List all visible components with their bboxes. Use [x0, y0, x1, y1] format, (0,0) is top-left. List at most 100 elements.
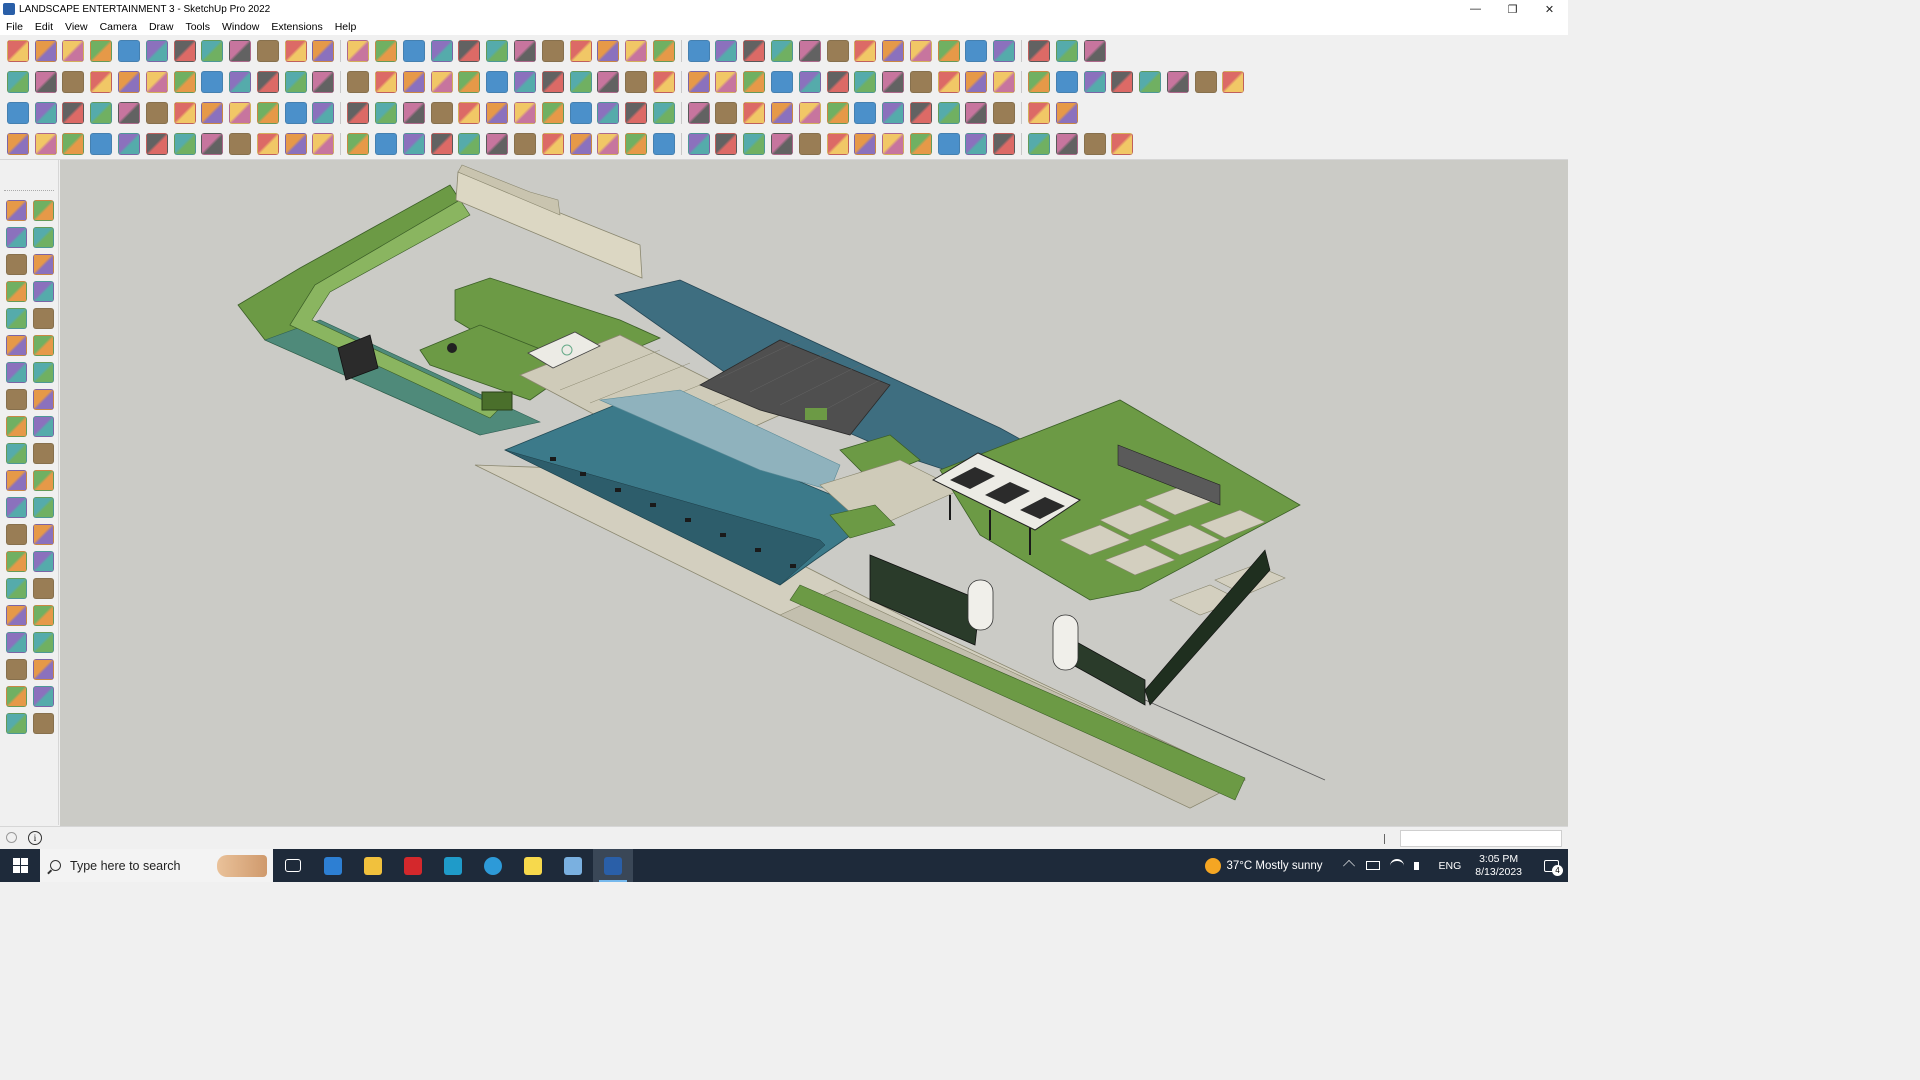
notification-button[interactable]: 4 — [1534, 849, 1568, 882]
task-view-button[interactable] — [273, 849, 313, 882]
skull-icon[interactable] — [229, 133, 252, 155]
user-account-icon[interactable] — [743, 40, 766, 62]
house-5-icon[interactable] — [569, 71, 592, 93]
chair-1-icon[interactable] — [743, 133, 766, 155]
fx-tool-icon[interactable] — [597, 71, 620, 93]
info-icon[interactable]: i — [28, 831, 42, 845]
pie-icon[interactable] — [6, 362, 27, 383]
house-1-icon[interactable] — [458, 71, 481, 93]
hook-icon[interactable] — [569, 102, 592, 124]
step-1-icon[interactable] — [798, 133, 821, 155]
step-2-icon[interactable] — [826, 133, 849, 155]
redo-icon[interactable] — [1055, 40, 1078, 62]
paint-icon[interactable] — [33, 200, 54, 221]
tape-icon[interactable] — [33, 227, 54, 248]
cone-blue-icon[interactable] — [486, 102, 509, 124]
file-explorer-app[interactable] — [353, 849, 393, 882]
brick-icon[interactable] — [854, 102, 877, 124]
eraser-red-icon[interactable] — [6, 227, 27, 248]
grid-3-icon[interactable] — [937, 102, 960, 124]
fork-1-icon[interactable] — [652, 133, 675, 155]
dots-red-icon[interactable] — [993, 102, 1016, 124]
grid-4-icon[interactable] — [965, 102, 988, 124]
dots-curve-icon[interactable] — [375, 102, 398, 124]
extension-2-icon[interactable] — [625, 71, 648, 93]
hand-icon[interactable] — [513, 133, 536, 155]
panel-3-icon[interactable] — [909, 133, 932, 155]
layers-icon[interactable] — [687, 40, 710, 62]
shape-9-icon[interactable] — [909, 71, 932, 93]
draw-1-icon[interactable] — [6, 133, 29, 155]
axes-icon[interactable] — [993, 40, 1016, 62]
3d-text-icon[interactable] — [33, 524, 54, 545]
corner-2-icon[interactable] — [312, 133, 335, 155]
eraser-icon[interactable] — [90, 40, 113, 62]
layers-2-icon[interactable] — [33, 713, 54, 734]
arc-2-icon[interactable] — [33, 335, 54, 356]
yellow-diamond-icon[interactable] — [62, 102, 85, 124]
previous-view-icon[interactable] — [33, 605, 54, 626]
shape-4-icon[interactable] — [770, 71, 793, 93]
layers-1-icon[interactable] — [6, 713, 27, 734]
toolbar-grip[interactable] — [4, 190, 54, 192]
grid-2-icon[interactable] — [909, 102, 932, 124]
rectangle-icon[interactable] — [229, 40, 252, 62]
zoom-extents-icon[interactable] — [6, 40, 29, 62]
sheet-1-icon[interactable] — [402, 71, 425, 93]
menu-file[interactable]: File — [0, 21, 29, 33]
section-fill-icon[interactable] — [33, 686, 54, 707]
section-cut-icon[interactable] — [652, 40, 675, 62]
push-5-icon[interactable] — [201, 71, 224, 93]
cone-teal-icon[interactable] — [513, 102, 536, 124]
zoom-icon[interactable] — [569, 40, 592, 62]
shape-1-icon[interactable] — [687, 71, 710, 93]
face-1-icon[interactable] — [312, 71, 335, 93]
menu-view[interactable]: View — [59, 21, 94, 33]
menu-help[interactable]: Help — [329, 21, 363, 33]
push-2-icon[interactable] — [118, 71, 141, 93]
menu-window[interactable]: Window — [216, 21, 265, 33]
axes-icon[interactable] — [6, 524, 27, 545]
grid-1-icon[interactable] — [882, 102, 905, 124]
paint-bucket-icon[interactable] — [486, 40, 509, 62]
blue-diamond-icon[interactable] — [34, 102, 57, 124]
select-icon[interactable] — [34, 40, 57, 62]
offset-curve-icon[interactable] — [284, 71, 307, 93]
acrobat-app[interactable] — [393, 849, 433, 882]
push-3-icon[interactable] — [145, 71, 168, 93]
draw-4-icon[interactable] — [90, 133, 113, 155]
wood-icon[interactable] — [284, 102, 307, 124]
volume-icon[interactable] — [1413, 861, 1428, 870]
sketchup-app[interactable] — [593, 849, 633, 882]
sandbox-1-icon[interactable] — [882, 40, 905, 62]
clock[interactable]: 3:05 PM 8/13/2023 — [1475, 853, 1522, 879]
columns-icon[interactable] — [458, 133, 481, 155]
account-dropdown-icon[interactable] — [770, 40, 793, 62]
orange-hook-icon[interactable] — [597, 102, 620, 124]
tape-measure-icon[interactable] — [430, 40, 453, 62]
bend-2-icon[interactable] — [173, 133, 196, 155]
scale-icon[interactable] — [6, 443, 27, 464]
tape-measure-icon[interactable] — [6, 470, 27, 491]
menu-tools[interactable]: Tools — [179, 21, 216, 33]
extension-1-icon[interactable] — [854, 40, 877, 62]
layout-app[interactable] — [553, 849, 593, 882]
blue-plane-icon[interactable] — [6, 102, 29, 124]
follow-me-red-icon[interactable] — [33, 416, 54, 437]
curve-1-icon[interactable] — [347, 102, 370, 124]
pan-icon[interactable] — [541, 40, 564, 62]
push-6-icon[interactable] — [229, 71, 252, 93]
move-4-icon[interactable] — [652, 102, 675, 124]
select-dropdown-icon[interactable] — [62, 40, 85, 62]
flower-3-icon[interactable] — [1055, 133, 1078, 155]
freehand-icon[interactable] — [33, 254, 54, 275]
push-7-icon[interactable] — [256, 71, 279, 93]
shape-11-icon[interactable] — [965, 71, 988, 93]
puzzle-icon[interactable] — [743, 102, 766, 124]
panel-1-icon[interactable] — [854, 133, 877, 155]
gate-pillar-left[interactable] — [967, 579, 994, 631]
look-around-icon[interactable] — [33, 632, 54, 653]
solid-5-icon[interactable] — [1166, 71, 1189, 93]
corner-1-icon[interactable] — [284, 133, 307, 155]
zoom-extents-icon[interactable] — [6, 605, 27, 626]
